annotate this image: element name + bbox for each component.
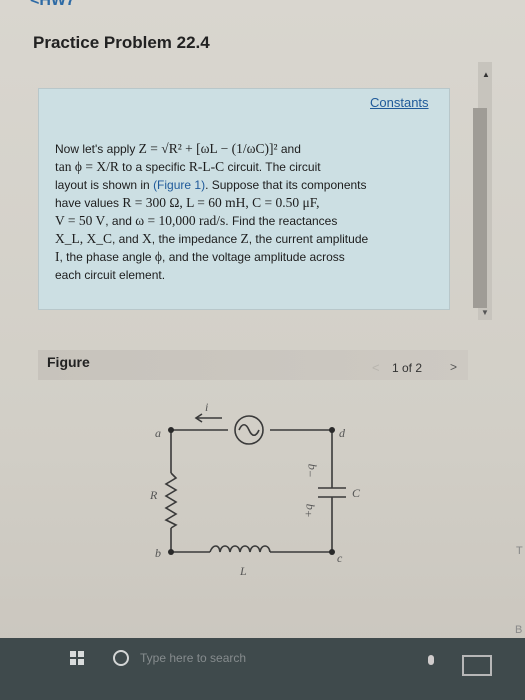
current-label: i <box>205 400 208 414</box>
taskbar-search-input[interactable]: Type here to search <box>140 651 246 665</box>
windows-start-icon[interactable] <box>70 651 84 665</box>
screen: <HW7 Practice Problem 22.4 Constants Now… <box>0 0 525 700</box>
node-c-label: c <box>337 551 343 565</box>
charge-positive-label: +q <box>301 504 315 518</box>
inductor-label: L <box>239 564 247 578</box>
node-a-label: a <box>155 426 161 440</box>
task-view-icon[interactable] <box>462 655 492 676</box>
cortana-icon[interactable] <box>113 650 129 666</box>
capacitor-label: C <box>352 486 361 500</box>
node-b-label: b <box>155 546 161 560</box>
taskbar <box>0 638 525 700</box>
resistor-label: R <box>149 488 158 502</box>
charge-negative-label: −q <box>303 464 317 478</box>
edge-letter: T <box>516 545 523 557</box>
edge-letter: B <box>515 624 523 636</box>
node-d-label: d <box>339 426 346 440</box>
microphone-icon[interactable] <box>428 655 434 665</box>
circuit-diagram: i a d b c R L C +q −q <box>149 400 361 578</box>
